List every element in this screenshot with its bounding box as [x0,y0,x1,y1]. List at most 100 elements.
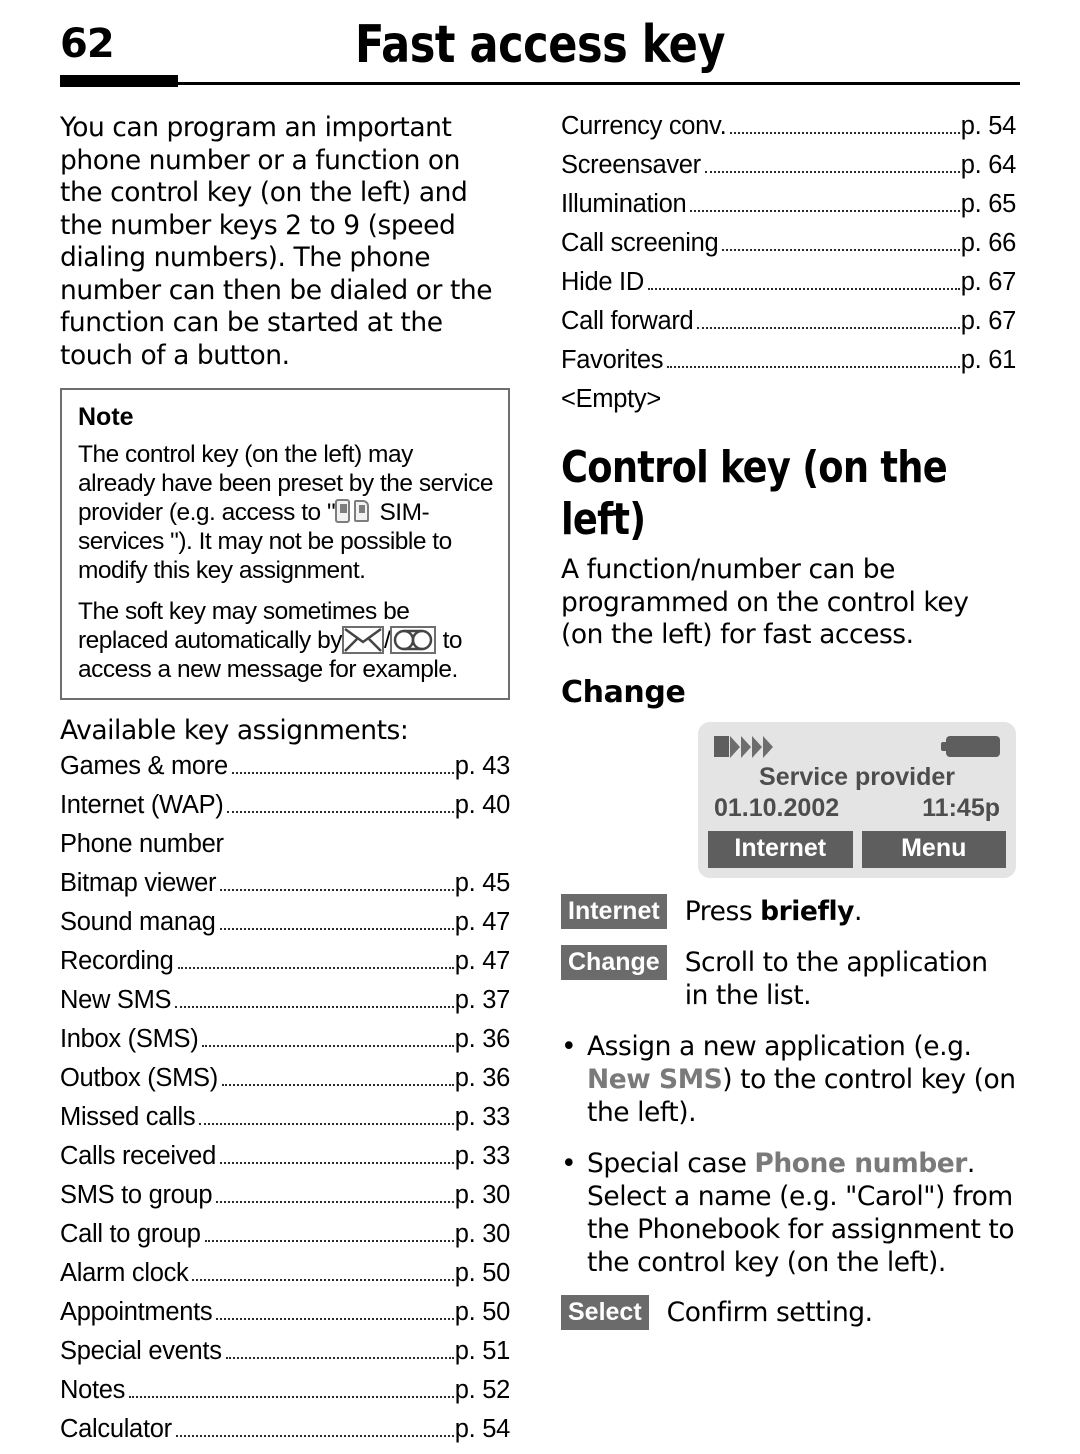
list-item[interactable]: <Empty> [561,385,1016,424]
phone-time: 11:45p [922,793,1000,822]
available-assignments-heading: Available key assignments: [60,715,409,746]
list-item[interactable]: Inbox (SMS) p. 36 [60,1025,510,1064]
list-item[interactable]: Outbox (SMS) p. 36 [60,1064,510,1103]
assignment-page: p. 36 [454,1025,510,1053]
assignment-label: Internet (WAP) [60,791,224,819]
list-item[interactable]: Currency conv. p. 54 [561,112,1016,151]
leader-dots [202,1044,454,1047]
note-paragraph-2: The soft key may sometimes be replaced a… [78,597,494,684]
note-heading: Note [78,403,134,431]
assignment-page: p. 47 [454,947,510,975]
list-item[interactable]: Call to group p. 30 [60,1220,510,1259]
change-heading: Change [561,674,686,710]
leader-dots [175,1434,454,1437]
phone-softkey-bar: Internet Menu [708,830,1006,868]
battery-icon [941,736,1000,757]
list-item[interactable]: Missed calls p. 33 [60,1103,510,1142]
softkey-badge-change[interactable]: Change [561,944,667,980]
menu-term-phone-number: Phone number [754,1147,967,1179]
leader-dots [129,1395,454,1398]
leader-dots [219,1161,454,1164]
leader-dots [730,131,960,134]
step-row-internet: Internet Press briefly. [561,893,1016,929]
list-item[interactable]: Alarm clock p. 50 [60,1259,510,1298]
phone-screen: Service provider 01.10.2002 11:45p Inter… [698,721,1016,878]
intro-paragraph: You can program an important phone numbe… [60,112,493,371]
assignment-page: p. 54 [454,1415,510,1443]
leader-dots [221,1083,454,1086]
list-item[interactable]: Games & more p. 43 [60,752,510,791]
assignment-page: p. 30 [454,1220,510,1248]
assignment-label: SMS to group [60,1181,213,1209]
assignment-label: Recording [60,947,174,975]
list-item[interactable]: Internet (WAP) p. 40 [60,791,510,830]
leader-dots [175,1005,454,1008]
assignment-page: p. 67 [960,307,1016,335]
list-item[interactable]: New SMS p. 37 [60,986,510,1025]
step-text-emphasis: briefly [760,895,854,927]
phone-status-bar [708,734,1006,760]
assignment-label: Outbox (SMS) [60,1064,218,1092]
step-text-suffix: . [854,895,862,927]
list-item[interactable]: Appointments p. 50 [60,1298,510,1337]
list-item[interactable]: Calculator p. 54 [60,1415,510,1454]
list-item[interactable]: Recording p. 47 [60,947,510,986]
list-item[interactable]: Notes p. 52 [60,1376,510,1415]
envelope-icon [341,626,384,654]
list-item[interactable]: Phone number [60,830,510,869]
leader-dots [665,406,1015,407]
sim-services-icon [335,499,373,523]
assignment-label: Screensaver [561,151,701,179]
assignment-label: Hide ID [561,268,644,296]
list-item[interactable]: Sound manag p. 47 [60,908,510,947]
assignment-label: New SMS [60,986,172,1014]
leader-dots [216,1200,454,1203]
step-text-internet: Press briefly. [685,894,1016,928]
list-item[interactable]: Special events p. 51 [60,1337,510,1376]
voicemail-icon [390,626,437,654]
assignment-page: p. 30 [454,1181,510,1209]
bullet-text-special-case: Special case Phone number. Select a name… [587,1147,1016,1279]
bullet-text-prefix: Assign a new application (e.g. [587,1030,972,1062]
right-column: Currency conv. p. 54 Screensaver p. 64 Ill… [561,112,1016,1330]
assignment-page: p. 45 [454,869,510,897]
list-item[interactable]: Favorites p. 61 [561,346,1016,385]
bullet-text-prefix: Special case [587,1147,755,1179]
softkey-badge-select[interactable]: Select [561,1294,649,1330]
assignment-page: p. 65 [960,190,1016,218]
phone-softkey-right[interactable]: Menu [861,830,1006,868]
assignment-label: Alarm clock [60,1259,189,1287]
assignment-page: p. 40 [454,791,510,819]
leader-dots [697,326,960,329]
list-item[interactable]: Illumination p. 65 [561,190,1016,229]
list-item[interactable]: Hide ID p. 67 [561,268,1016,307]
assignment-page: p. 36 [454,1064,510,1092]
leader-dots [667,365,960,368]
assignment-page: p. 47 [454,908,510,936]
assignment-label: Calculator [60,1415,172,1443]
section-body-text: A function/number can be programmed on t… [561,554,969,650]
list-item[interactable]: Screensaver p. 64 [561,151,1016,190]
assignment-label: Notes [60,1376,126,1404]
leader-dots [219,927,454,930]
note-box: Note The control key (on the left) may a… [60,388,510,700]
leader-dots [227,810,454,813]
assignment-label: Missed calls [60,1103,196,1131]
list-item[interactable]: Calls received p. 33 [60,1142,510,1181]
assignment-label: Appointments [60,1298,213,1326]
leader-dots [216,1317,454,1320]
phone-softkey-left[interactable]: Internet [708,830,853,868]
assignment-page: p. 54 [960,112,1016,140]
bullet-item-special-case: • Special case Phone number. Select a na… [561,1147,1016,1279]
list-item[interactable]: Call forward p. 67 [561,307,1016,346]
list-item[interactable]: SMS to group p. 30 [60,1181,510,1220]
assignment-label: Bitmap viewer [60,869,217,897]
leader-dots [690,209,960,212]
assignment-page: p. 61 [960,346,1016,374]
list-item[interactable]: Call screening p. 66 [561,229,1016,268]
softkey-badge-internet[interactable]: Internet [561,893,667,929]
list-item[interactable]: Bitmap viewer p. 45 [60,869,510,908]
assignments-list-right: Currency conv. p. 54 Screensaver p. 64 Ill… [561,112,1016,424]
assignment-label: Special events [60,1337,222,1365]
assignment-label: Sound manag [60,908,216,936]
